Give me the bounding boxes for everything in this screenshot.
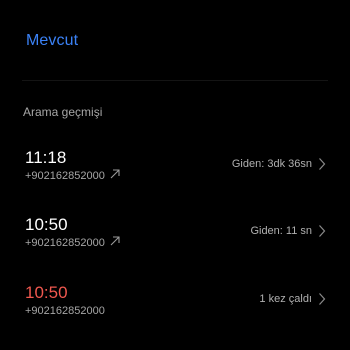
divider (22, 80, 328, 81)
chevron-right-icon[interactable] (318, 157, 326, 171)
call-history-row[interactable]: 11:18 +902162852000 Giden: 3dk 36sn (0, 148, 350, 196)
call-time: 11:18 (25, 148, 67, 167)
call-number: +902162852000 (25, 237, 105, 249)
call-number: +902162852000 (25, 305, 105, 317)
call-history-row[interactable]: 10:50 +902162852000 1 kez çaldı (0, 283, 350, 331)
call-time: 10:50 (25, 215, 68, 234)
call-status: 1 kez çaldı (259, 293, 312, 305)
outgoing-arrow-icon (110, 236, 120, 246)
header-title: Mevcut (26, 32, 79, 49)
outgoing-arrow-icon (110, 169, 120, 179)
call-status: Giden: 3dk 36sn (231, 158, 312, 170)
call-time: 10:50 (25, 283, 68, 302)
call-history-row[interactable]: 10:50 +902162852000 Giden: 11 sn (0, 215, 350, 263)
chevron-right-icon[interactable] (318, 224, 326, 238)
call-status: Giden: 11 sn (250, 225, 312, 237)
chevron-right-icon[interactable] (318, 292, 326, 306)
section-title: Arama geçmişi (23, 105, 103, 119)
call-number: +902162852000 (25, 170, 105, 182)
